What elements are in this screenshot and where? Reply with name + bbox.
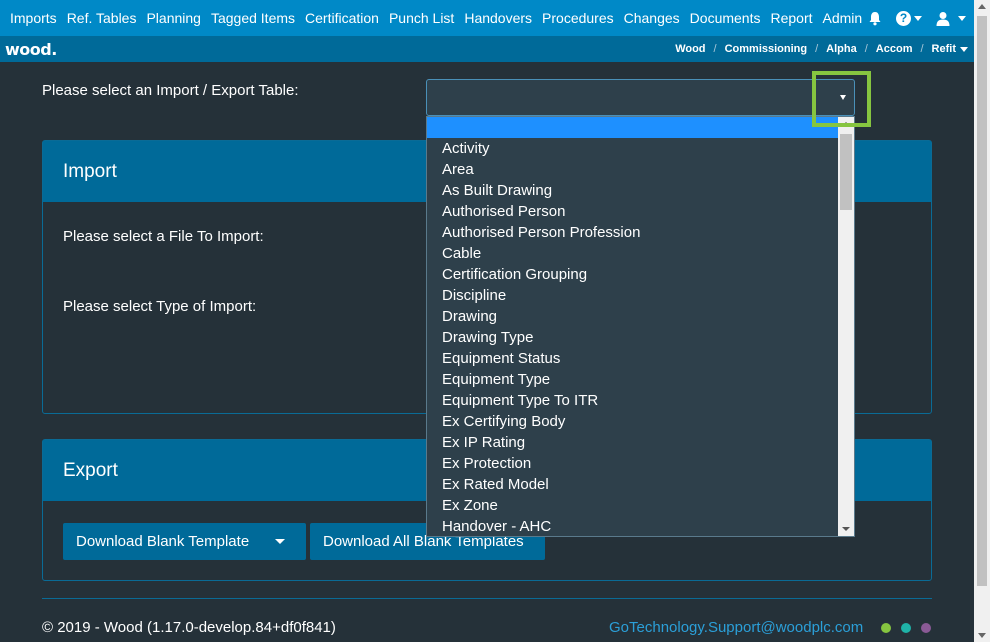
nav-imports[interactable]: Imports <box>0 10 62 26</box>
nav-certification[interactable]: Certification <box>300 10 384 26</box>
dropdown-highlighted-option[interactable] <box>427 117 839 138</box>
dropdown-option[interactable]: Certification Grouping <box>442 266 587 283</box>
import-type-label: Please select Type of Import: <box>63 298 257 315</box>
dropdown-option[interactable]: Ex Protection <box>442 455 531 472</box>
help-menu[interactable]: ? <box>896 10 922 26</box>
breadcrumb-wood[interactable]: Wood <box>675 43 705 55</box>
scroll-down-icon[interactable] <box>978 633 986 638</box>
nav-procedures[interactable]: Procedures <box>537 10 619 26</box>
support-email-link[interactable]: GoTechnology.Support@woodplc.com <box>609 619 863 636</box>
dropdown-option[interactable]: Authorised Person <box>442 203 565 220</box>
dropdown-option[interactable]: Ex Certifying Body <box>442 413 565 430</box>
bell-icon[interactable] <box>868 11 882 26</box>
breadcrumb: Wood / Commissioning / Alpha / Accom / R… <box>675 36 968 62</box>
nav-punch-list[interactable]: Punch List <box>384 10 459 26</box>
dropdown-option[interactable]: Discipline <box>442 287 506 304</box>
nav-tagged-items[interactable]: Tagged Items <box>206 10 300 26</box>
download-blank-template-label: Download Blank Template <box>76 533 250 550</box>
dropdown-option[interactable]: Area <box>442 161 474 178</box>
breadcrumb-refit[interactable]: Refit <box>932 43 956 55</box>
scroll-down-icon[interactable] <box>842 527 850 531</box>
breadcrumb-separator: / <box>713 43 717 55</box>
import-export-table-select[interactable] <box>426 79 855 116</box>
breadcrumb-accom[interactable]: Accom <box>876 43 913 55</box>
nav-handovers[interactable]: Handovers <box>459 10 537 26</box>
footer-copyright: © 2019 - Wood (1.17.0-develop.84+df0f841… <box>42 619 336 636</box>
dropdown-option[interactable]: Drawing <box>442 308 497 325</box>
wood-logo[interactable]: wood. <box>5 40 57 59</box>
nav-changes[interactable]: Changes <box>619 10 685 26</box>
nav-ref-tables[interactable]: Ref. Tables <box>62 10 142 26</box>
dropdown-option[interactable]: Ex Zone <box>442 497 498 514</box>
user-icon <box>936 11 950 26</box>
highlight-box <box>812 71 871 127</box>
dropdown-option[interactable]: As Built Drawing <box>442 182 552 199</box>
help-icon: ? <box>896 10 911 26</box>
dropdown-scrollbar-thumb[interactable] <box>840 134 852 210</box>
scroll-up-icon[interactable] <box>978 4 986 9</box>
top-nav: Imports Ref. Tables Planning Tagged Item… <box>0 0 974 36</box>
breadcrumb-alpha[interactable]: Alpha <box>826 43 857 55</box>
dropdown-option[interactable]: Drawing Type <box>442 329 533 346</box>
dropdown-option[interactable]: Authorised Person Profession <box>442 224 640 241</box>
table-select-label: Please select an Import / Export Table: <box>42 82 299 99</box>
breadcrumb-separator: / <box>864 43 868 55</box>
dropdown-option[interactable]: Equipment Type <box>442 371 550 388</box>
dropdown-option[interactable]: Equipment Status <box>442 350 560 367</box>
chevron-down-icon <box>914 15 922 21</box>
dropdown-scrollbar[interactable] <box>838 117 854 536</box>
dropdown-option[interactable]: Cable <box>442 245 481 262</box>
chevron-down-icon <box>958 15 966 21</box>
nav-report[interactable]: Report <box>765 10 817 26</box>
page-scrollbar[interactable] <box>974 0 990 642</box>
file-to-import-label: Please select a File To Import: <box>63 228 264 245</box>
dropdown-option[interactable]: Ex Rated Model <box>442 476 549 493</box>
chevron-down-icon[interactable] <box>275 539 286 544</box>
status-dot-green <box>881 623 891 633</box>
context-bar: wood. Wood / Commissioning / Alpha / Acc… <box>0 36 974 62</box>
status-dot-purple <box>921 623 931 633</box>
breadcrumb-separator: / <box>920 43 924 55</box>
breadcrumb-separator: / <box>815 43 819 55</box>
footer-divider <box>42 598 932 599</box>
dropdown-option[interactable]: Ex IP Rating <box>442 434 525 451</box>
nav-right-icons: ? <box>868 0 966 36</box>
dropdown-option[interactable]: Handover - AHC <box>442 518 551 535</box>
nav-admin[interactable]: Admin <box>818 10 868 26</box>
scrollbar-thumb[interactable] <box>977 16 987 586</box>
user-menu[interactable] <box>936 11 966 26</box>
nav-documents[interactable]: Documents <box>685 10 766 26</box>
table-select-dropdown[interactable]: Activity Area As Built Drawing Authorise… <box>426 116 855 537</box>
dropdown-option[interactable]: Equipment Type To ITR <box>442 392 598 409</box>
nav-planning[interactable]: Planning <box>141 10 206 26</box>
status-dot-teal <box>901 623 911 633</box>
download-blank-template-button[interactable]: Download Blank Template <box>63 523 306 560</box>
breadcrumb-commissioning[interactable]: Commissioning <box>725 43 808 55</box>
dropdown-option[interactable]: Activity <box>442 140 490 157</box>
chevron-down-icon[interactable] <box>960 46 968 52</box>
